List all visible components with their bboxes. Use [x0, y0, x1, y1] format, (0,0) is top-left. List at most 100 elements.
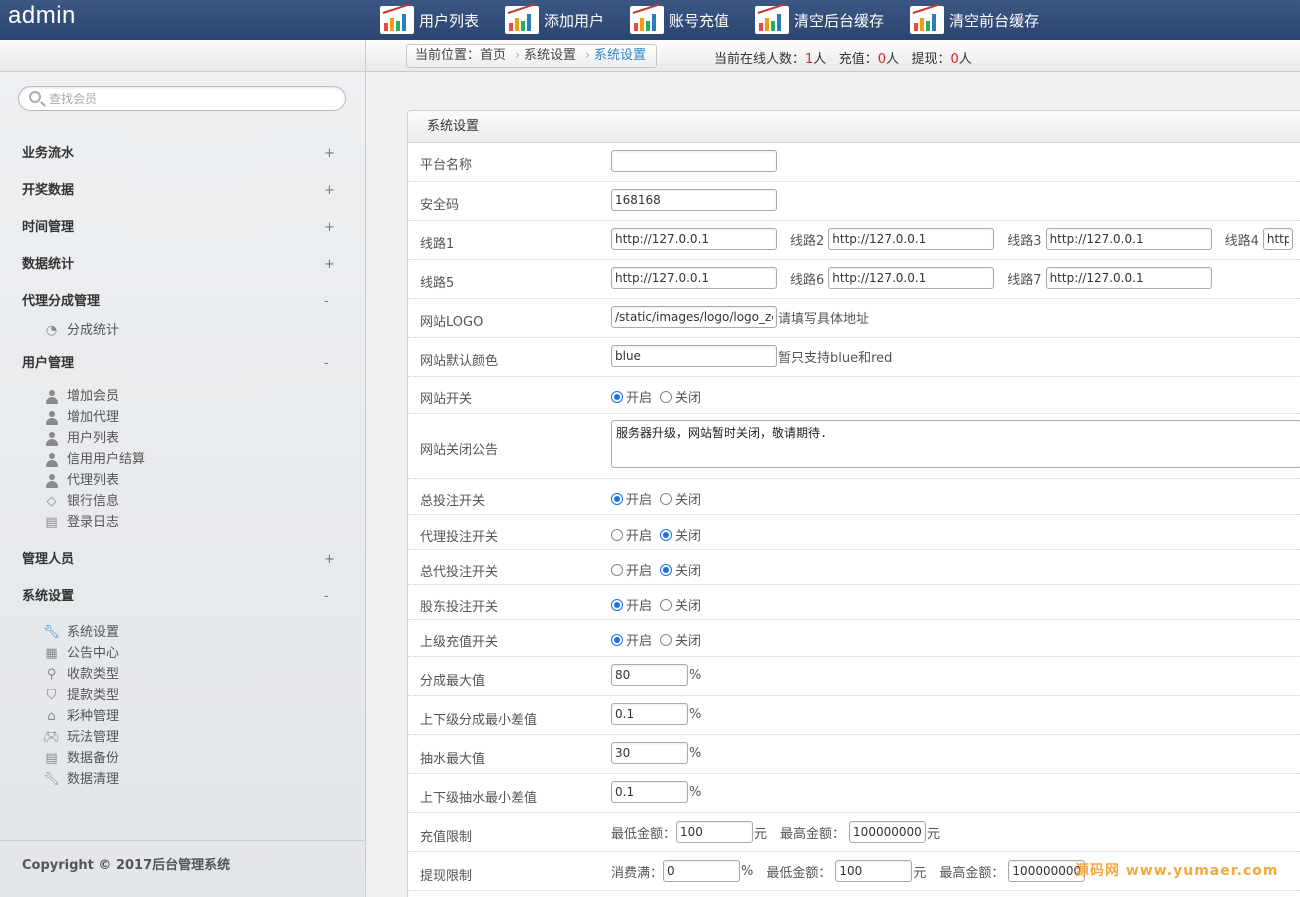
- max-label: 最高金额：: [939, 865, 1005, 881]
- sidebar-item-credit-settlement[interactable]: 信用用户结算: [0, 449, 365, 470]
- field-label: 安全码: [420, 198, 460, 213]
- sidebar-group-agent-share[interactable]: 代理分成管理 -: [0, 283, 365, 320]
- shield-icon: ⛉: [46, 688, 57, 703]
- radio-label: 关闭: [675, 391, 702, 406]
- line5-input[interactable]: [611, 267, 777, 289]
- sidebar-item-add-member[interactable]: 增加会员: [0, 386, 365, 407]
- sidebar-group-user-mgmt[interactable]: 用户管理 -: [0, 349, 365, 378]
- site-switch-off[interactable]: 关闭: [660, 387, 701, 406]
- withdraw-max-input[interactable]: [1008, 860, 1086, 882]
- withdraw-min-input[interactable]: [835, 860, 913, 882]
- line2-input[interactable]: [828, 228, 995, 250]
- sidebar-group-admins[interactable]: 管理人员 +: [0, 541, 365, 578]
- search-icon: [29, 91, 41, 103]
- sidebar-item-bank-info[interactable]: ◇ 银行信息: [0, 491, 365, 512]
- search-icon: ⚲: [46, 667, 57, 682]
- sidebar-item-play-types[interactable]: 🎮︎ 玩法管理: [0, 727, 365, 748]
- field-label: 分成最大值: [420, 674, 486, 689]
- sidebar-group-business-flow[interactable]: 业务流水 +: [0, 135, 365, 172]
- row-lines-1-4: 线路1 线路2 线路3 线路4: [408, 221, 1300, 260]
- bet-total-on[interactable]: 开启: [611, 489, 652, 508]
- color-hint: 暂只支持blue和red: [778, 350, 893, 366]
- sidebar-item-user-list[interactable]: 用户列表: [0, 428, 365, 449]
- nav-user-list[interactable]: 用户列表: [380, 0, 479, 40]
- item-label: 代理列表: [67, 473, 120, 488]
- radio-label: 关闭: [675, 634, 702, 649]
- top-nav: 用户列表 添加用户 账号充值 清空后台缓存 清空前台缓存: [380, 0, 1065, 40]
- log-icon: ▤: [45, 515, 58, 530]
- line4-input[interactable]: [1262, 228, 1293, 250]
- line7-input[interactable]: [1045, 267, 1212, 289]
- recharge-parent-on[interactable]: 开启: [611, 630, 652, 649]
- withdraw-consume-input[interactable]: [663, 860, 741, 882]
- logo-input[interactable]: [611, 306, 777, 328]
- bet-general-on[interactable]: 开启: [611, 560, 652, 579]
- sidebar-group-lottery-data[interactable]: 开奖数据 +: [0, 172, 365, 209]
- sidebar-item-data-cleanup[interactable]: 🔧︎ 数据清理: [0, 769, 365, 790]
- chart-icon: [910, 3, 945, 34]
- bet-total-off[interactable]: 关闭: [660, 489, 701, 508]
- share-max-input[interactable]: [611, 664, 688, 686]
- item-label: 收款类型: [67, 667, 120, 682]
- item-label: 数据清理: [67, 772, 120, 787]
- recharge-min-input[interactable]: [676, 821, 754, 843]
- bet-general-off[interactable]: 关闭: [660, 560, 701, 579]
- bet-agent-off[interactable]: 关闭: [660, 525, 701, 544]
- app-title: admin: [8, 2, 76, 29]
- nav-add-user[interactable]: 添加用户: [505, 0, 604, 40]
- radio-checked: [611, 390, 623, 403]
- recharge-unit: 人: [886, 52, 900, 67]
- user-add-icon: [44, 410, 59, 425]
- security-code-input[interactable]: [611, 189, 777, 211]
- row-rebate-max: 抽水最大值 %: [408, 735, 1300, 774]
- row-share-max: 分成最大值 %: [408, 657, 1300, 696]
- line1-input[interactable]: [611, 228, 777, 250]
- rebate-diff-input[interactable]: [611, 781, 688, 803]
- sidebar-group-system-settings[interactable]: 系统设置 -: [0, 578, 365, 615]
- sidebar-item-lottery-types[interactable]: ⌂ 彩种管理: [0, 706, 365, 727]
- radio-label: 开启: [626, 391, 653, 406]
- unit-label: %: [689, 706, 702, 722]
- chart-icon: [755, 3, 790, 34]
- nav-clear-backend-cache[interactable]: 清空后台缓存: [755, 0, 884, 40]
- site-switch-on[interactable]: 开启: [611, 387, 652, 406]
- recharge-parent-off[interactable]: 关闭: [660, 630, 701, 649]
- sidebar-item-payment-types[interactable]: ⚲ 收款类型: [0, 664, 365, 685]
- wrench-icon: 🔧︎: [43, 772, 60, 787]
- radio-label: 关闭: [675, 564, 702, 579]
- sidebar-item-withdraw-types[interactable]: ⛉ 提款类型: [0, 685, 365, 706]
- sidebar-item-data-backup[interactable]: ▤ 数据备份: [0, 748, 365, 769]
- sidebar-item-system-settings[interactable]: 🔧︎ 系统设置: [0, 622, 365, 643]
- bet-shareholder-off[interactable]: 关闭: [660, 595, 701, 614]
- breadcrumb-mid[interactable]: 系统设置: [516, 45, 590, 67]
- close-notice-textarea[interactable]: 服务器升级，网站暂时关闭，敬请期待.: [611, 420, 1300, 468]
- sidebar-item-login-log[interactable]: ▤ 登录日志: [0, 512, 365, 533]
- max-label: 最高金额：: [780, 826, 846, 842]
- sidebar-item-add-agent[interactable]: 增加代理: [0, 407, 365, 428]
- nav-label: 添加用户: [544, 11, 605, 30]
- share-diff-input[interactable]: [611, 703, 688, 725]
- sidebar-item-notice-center[interactable]: ▦ 公告中心: [0, 643, 365, 664]
- member-search-input[interactable]: [49, 89, 339, 108]
- rebate-max-input[interactable]: [611, 742, 688, 764]
- unit-label: 元: [927, 826, 941, 842]
- sidebar-group-stats[interactable]: 数据统计 +: [0, 246, 365, 283]
- sidebar-item-share-stats[interactable]: ◔ 分成统计: [0, 320, 365, 341]
- sidebar-item-agent-list[interactable]: 代理列表: [0, 470, 365, 491]
- logo-hint: 请填写具体地址: [778, 311, 870, 327]
- sidebar-group-time[interactable]: 时间管理 +: [0, 209, 365, 246]
- nav-clear-frontend-cache[interactable]: 清空前台缓存: [910, 0, 1039, 40]
- line6-input[interactable]: [828, 267, 995, 289]
- breadcrumb-home[interactable]: 当前位置：首页: [407, 45, 520, 67]
- default-color-input[interactable]: [611, 345, 777, 367]
- bet-agent-on[interactable]: 开启: [611, 525, 652, 544]
- radio-label: 关闭: [675, 599, 702, 614]
- platform-name-input[interactable]: [611, 150, 777, 172]
- bet-shareholder-on[interactable]: 开启: [611, 595, 652, 614]
- member-search: [18, 86, 346, 111]
- field-label: 代理投注开关: [420, 530, 499, 545]
- nav-recharge[interactable]: 账号充值: [630, 0, 729, 40]
- recharge-max-input[interactable]: [849, 821, 927, 843]
- row-bet-agent: 代理投注开关 开启 关闭: [408, 515, 1300, 550]
- line3-input[interactable]: [1045, 228, 1212, 250]
